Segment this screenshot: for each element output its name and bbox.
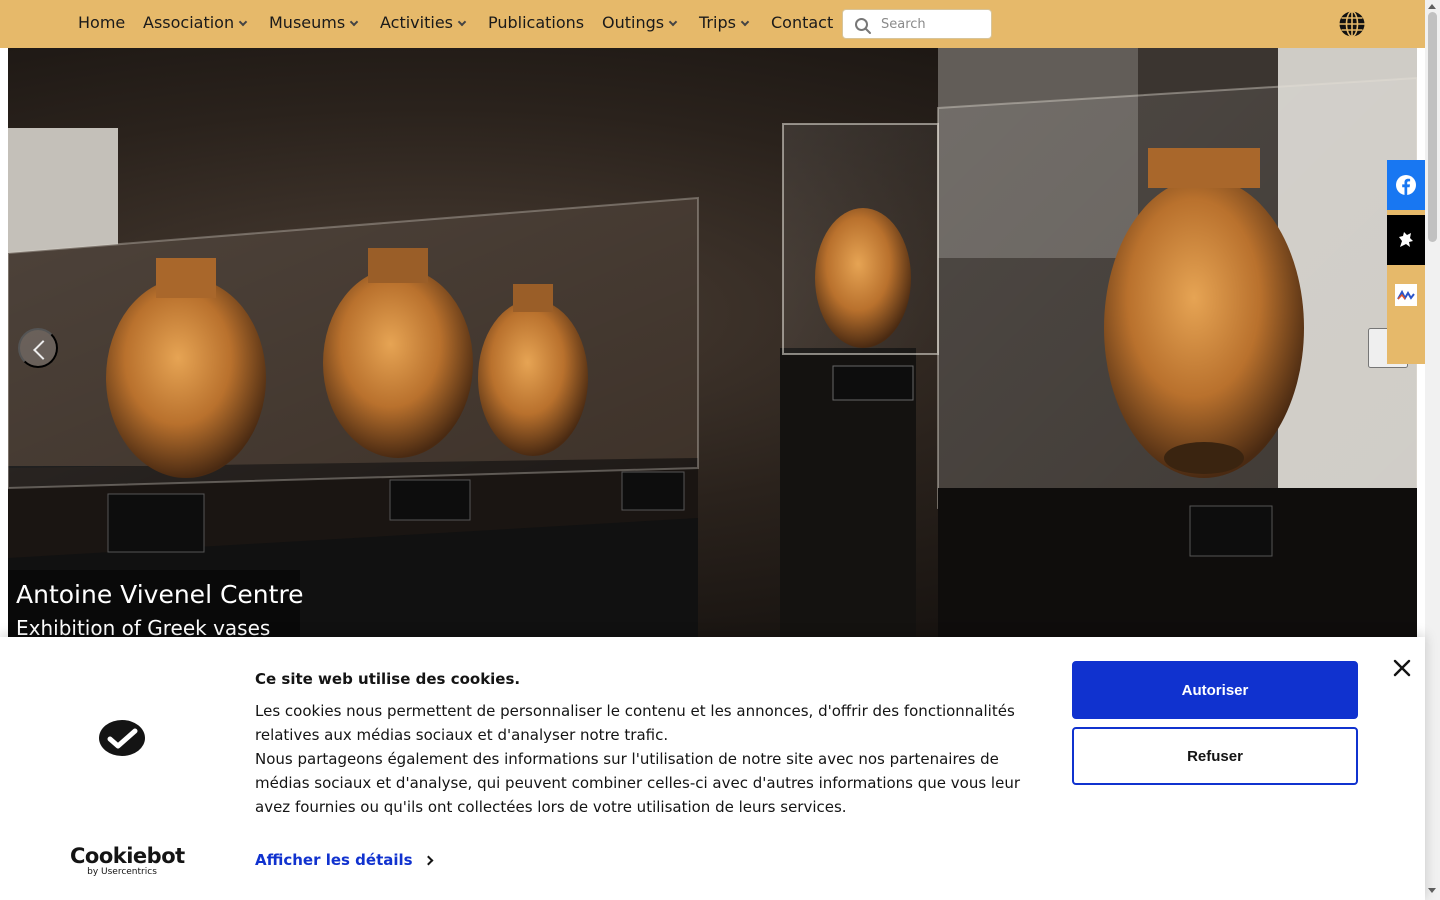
cookie-description-p2: Nous partageons également des informatio… (255, 750, 1020, 816)
nav-activities[interactable]: Activities (380, 13, 467, 32)
cookie-description-p1: Les cookies nous permettent de personnal… (255, 702, 1015, 744)
nav-activities-label: Activities (380, 13, 453, 32)
nav-museums[interactable]: Museums (269, 13, 359, 32)
chevron-down-icon (238, 17, 248, 27)
social-sidebar (1387, 160, 1425, 364)
cookiebot-logo-icon (99, 720, 145, 756)
scroll-up-arrow[interactable] (1428, 4, 1436, 9)
nav-outings[interactable]: Outings (602, 13, 678, 32)
nav-contact[interactable]: Contact (771, 13, 833, 32)
partner-logo-icon (1395, 284, 1417, 306)
deny-cookies-button[interactable]: Refuser (1072, 727, 1358, 785)
search-input[interactable]: Search (842, 9, 992, 39)
nav-trips[interactable]: Trips (699, 13, 750, 32)
caption-title: Antoine Vivenel Centre (16, 580, 304, 609)
main-navbar: Home Association Museums Activities Publ… (0, 0, 1425, 48)
globe-icon[interactable] (1338, 10, 1366, 38)
allow-cookies-button[interactable]: Autoriser (1072, 661, 1358, 719)
exhibition-photo (8, 48, 1417, 638)
close-icon[interactable] (1393, 659, 1411, 677)
caption-subtitle: Exhibition of Greek vases (16, 616, 271, 638)
search-placeholder: Search (881, 17, 926, 32)
cookiebot-wordmark: Cookiebot by Usercentrics (70, 844, 185, 878)
nav-trips-label: Trips (699, 13, 736, 32)
compiegne-lion-icon (1399, 232, 1413, 247)
chevron-down-icon (349, 17, 359, 27)
scroll-down-arrow[interactable] (1428, 888, 1436, 893)
cookie-description: Les cookies nous permettent de personnal… (255, 699, 1055, 819)
chevron-right-icon (423, 855, 434, 866)
carousel-caption: Antoine Vivenel Centre Exhibition of Gre… (8, 570, 304, 638)
chevron-down-icon (457, 17, 467, 27)
cookiebot-brand-sub: by Usercentrics (87, 867, 157, 877)
hero-carousel: Antoine Vivenel Centre Exhibition of Gre… (8, 48, 1417, 638)
compiegne-link[interactable] (1387, 215, 1425, 265)
nav-association[interactable]: Association (143, 13, 248, 32)
facebook-icon (1396, 175, 1416, 195)
chevron-down-icon (668, 17, 678, 27)
cookie-title: Ce site web utilise des cookies. (255, 670, 521, 688)
partner-link[interactable] (1387, 270, 1425, 320)
cookiebot-brand: Cookiebot (70, 844, 185, 868)
nav-association-label: Association (143, 13, 235, 32)
chevron-down-icon (740, 17, 750, 27)
show-details-label: Afficher les détails (255, 851, 413, 869)
cookie-banner: Cookiebot by Usercentrics Ce site web ut… (0, 637, 1425, 900)
carousel-prev-button[interactable] (18, 328, 58, 368)
nav-outings-label: Outings (602, 13, 665, 32)
nav-museums-label: Museums (269, 13, 346, 32)
show-details-link[interactable]: Afficher les détails (255, 851, 434, 869)
nav-publications[interactable]: Publications (488, 13, 584, 32)
nav-home[interactable]: Home (78, 13, 125, 32)
search-icon (855, 18, 871, 34)
page-scrollbar[interactable] (1425, 0, 1440, 900)
scroll-thumb[interactable] (1428, 12, 1437, 242)
facebook-link[interactable] (1387, 160, 1425, 210)
